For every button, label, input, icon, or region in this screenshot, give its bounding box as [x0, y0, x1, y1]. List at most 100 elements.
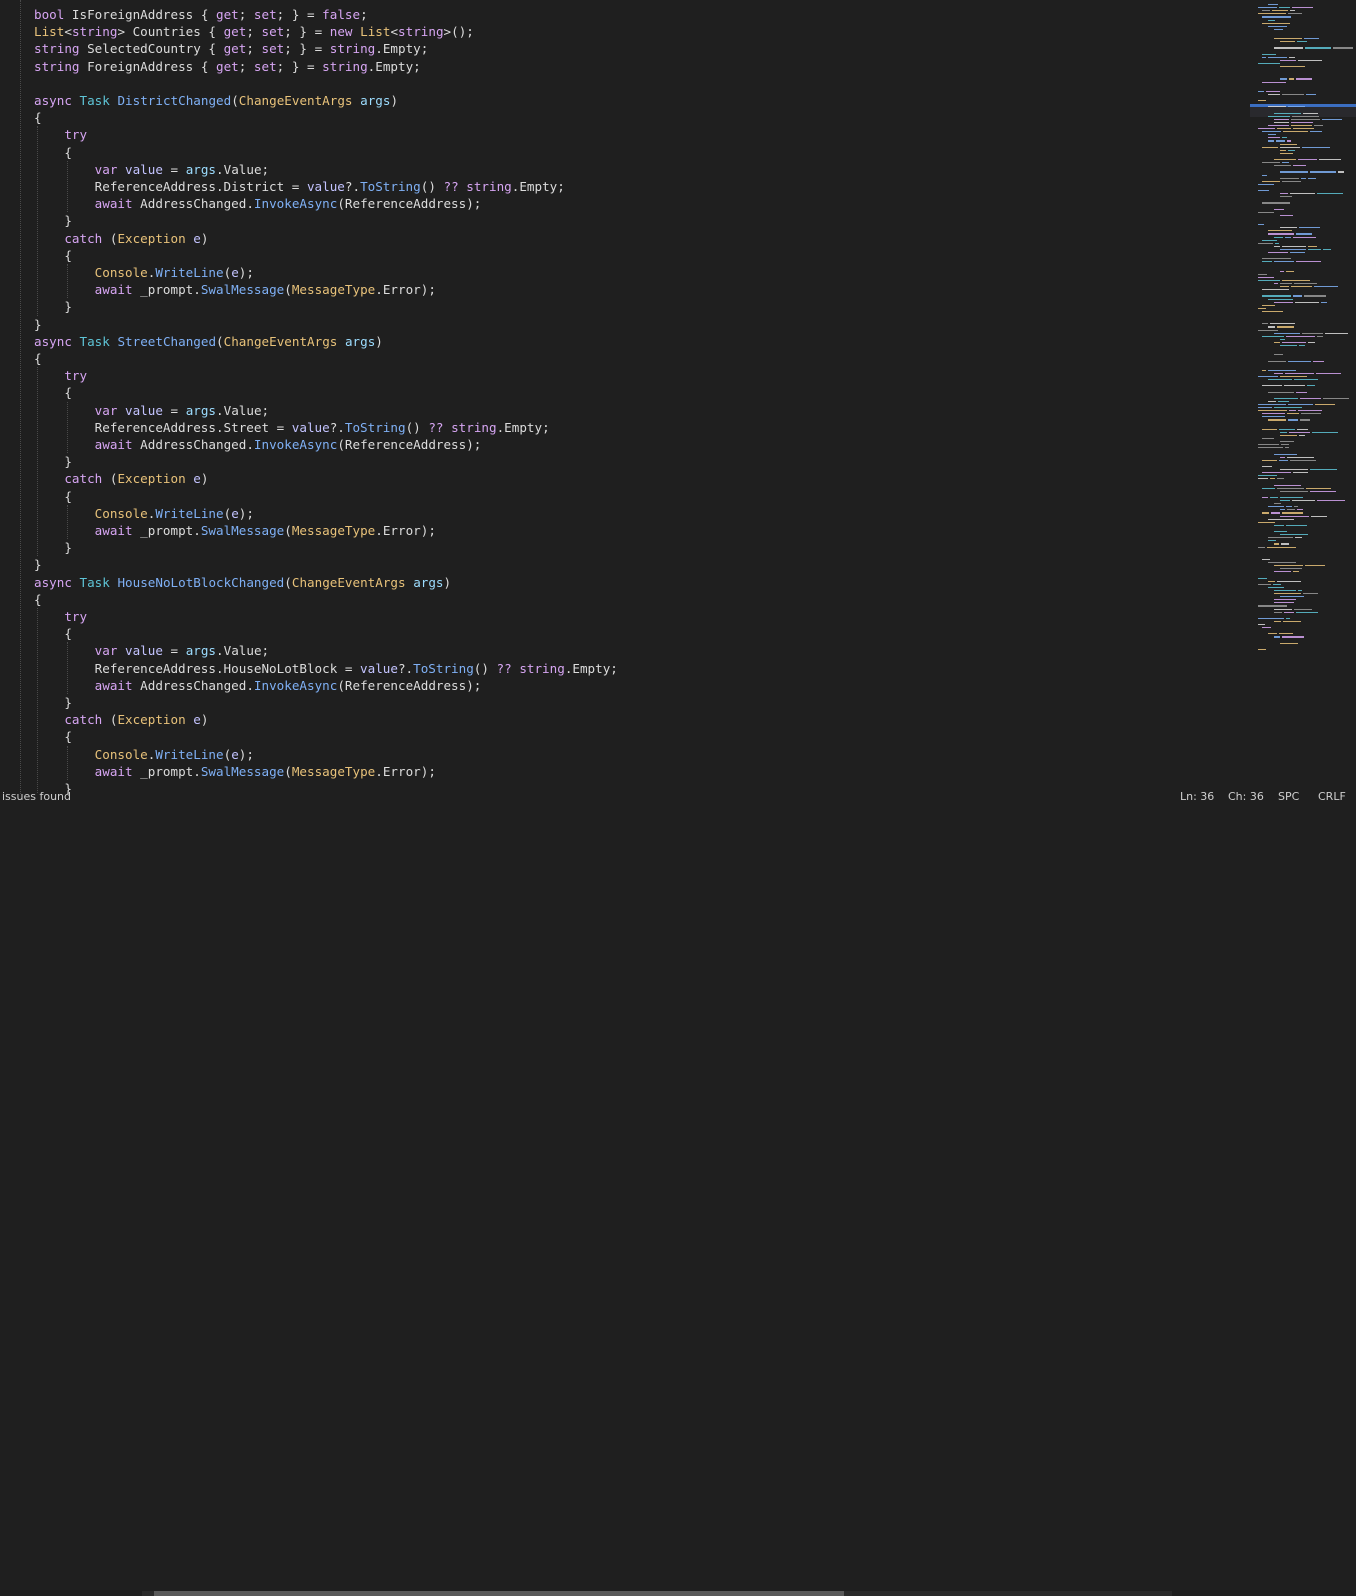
minimap-line [1296, 611, 1318, 613]
minimap-line [1262, 496, 1268, 499]
minimap-line [1274, 453, 1297, 455]
code-line[interactable]: { [34, 109, 42, 126]
code-line[interactable]: try [34, 608, 87, 625]
code-line[interactable]: await AddressChanged.InvokeAsync(Referen… [34, 677, 482, 694]
minimap-line [1274, 524, 1284, 526]
code-line[interactable]: } [34, 556, 42, 573]
code-line[interactable]: var value = args.Value; [34, 402, 269, 419]
horizontal-scrollbar[interactable] [142, 1591, 1172, 1596]
minimap-line [1287, 140, 1291, 142]
code-token: get [216, 7, 239, 22]
code-line[interactable]: { [34, 350, 42, 367]
code-line[interactable]: await _prompt.SwalMessage(MessageType.Er… [34, 281, 436, 298]
code-line[interactable]: var value = args.Value; [34, 642, 269, 659]
minimap-line [1262, 438, 1274, 440]
code-token: bool [34, 7, 65, 22]
minimap-line [1274, 245, 1280, 247]
minimap-line [1296, 391, 1307, 393]
minimap-line [1287, 456, 1314, 458]
code-line[interactable]: ReferenceAddress.HouseNoLotBlock = value… [34, 660, 618, 677]
minimap-line [1282, 636, 1304, 638]
minimap-line [1280, 496, 1303, 499]
horizontal-scrollbar-thumb[interactable] [154, 1591, 844, 1596]
code-line[interactable]: await AddressChanged.InvokeAsync(Referen… [34, 436, 482, 453]
code-line[interactable]: await _prompt.SwalMessage(MessageType.Er… [34, 522, 436, 539]
minimap-line [1300, 419, 1310, 421]
code-line[interactable]: catch (Exception e) [34, 711, 208, 728]
code-token: ) [200, 712, 209, 728]
code-token: Exception [117, 230, 186, 246]
minimap-line [1268, 137, 1280, 139]
code-line[interactable]: { [34, 488, 72, 505]
minimap-line [1268, 400, 1276, 402]
code-token: (ReferenceAddress); [337, 196, 482, 212]
minimap-line [1280, 490, 1308, 492]
minimap[interactable] [1250, 0, 1356, 796]
code-line[interactable]: ReferenceAddress.Street = value?.ToStrin… [34, 419, 550, 436]
minimap-line [1294, 506, 1298, 508]
code-line[interactable]: { [34, 384, 72, 401]
code-token: ) [200, 471, 209, 487]
minimap-line [1280, 345, 1297, 347]
minimap-line [1268, 562, 1296, 564]
code-line[interactable]: try [34, 126, 87, 143]
code-line[interactable]: var value = args.Value; [34, 161, 269, 178]
minimap-line [1274, 503, 1281, 505]
code-line[interactable]: await AddressChanged.InvokeAsync(Referen… [34, 195, 482, 212]
code-token: ) [200, 230, 209, 246]
minimap-line [1266, 90, 1280, 92]
code-line[interactable]: catch (Exception e) [34, 230, 208, 247]
code-line[interactable]: List<string> Countries { get; set; } = n… [34, 23, 474, 40]
code-token: set [261, 24, 285, 40]
minimap-line [1274, 121, 1289, 123]
code-line[interactable]: string ForeignAddress { get; set; } = st… [34, 58, 421, 75]
code-line[interactable]: { [34, 247, 72, 264]
code-line[interactable]: async Task StreetChanged(ChangeEventArgs… [34, 333, 383, 350]
code-token: get [223, 24, 247, 40]
code-line[interactable]: { [34, 625, 72, 642]
minimap-line [1262, 56, 1266, 58]
code-line[interactable]: } [34, 298, 72, 315]
minimap-line [1258, 100, 1266, 102]
code-line[interactable]: try [34, 367, 87, 384]
code-token: ( [284, 574, 292, 590]
code-line[interactable]: async Task DistrictChanged(ChangeEventAr… [34, 92, 398, 109]
code-token: Task [79, 93, 110, 108]
code-token: Exception [117, 471, 186, 487]
code-token: catch [64, 712, 103, 728]
minimap-line [1280, 469, 1308, 471]
code-line[interactable]: await _prompt.SwalMessage(MessageType.Er… [34, 763, 436, 780]
code-line[interactable]: ReferenceAddress.District = value?.ToStr… [34, 178, 565, 195]
code-line[interactable]: } [34, 539, 72, 556]
code-line[interactable]: { [34, 144, 72, 161]
code-line[interactable]: string SelectedCountry { get; set; } = s… [34, 40, 428, 57]
code-line[interactable]: } [34, 316, 42, 333]
minimap-line [1258, 407, 1272, 409]
code-line[interactable]: } [34, 453, 72, 470]
minimap-line [1292, 7, 1313, 9]
code-line[interactable]: catch (Exception e) [34, 470, 208, 487]
minimap-line [1262, 512, 1269, 514]
code-token: string [322, 58, 368, 74]
code-line[interactable]: { [34, 591, 42, 608]
minimap-line [1258, 279, 1280, 282]
code-token: ; [238, 58, 254, 74]
code-token: () [420, 179, 444, 194]
indent-guide [67, 504, 68, 540]
code-token: SwalMessage [200, 523, 285, 538]
code-token: false [322, 7, 361, 22]
code-line[interactable]: bool IsForeignAddress { get; set; } = fa… [34, 6, 368, 23]
code-line[interactable]: { [34, 728, 72, 745]
minimap-line [1289, 78, 1294, 80]
minimap-line [1298, 159, 1317, 161]
code-line[interactable]: async Task HouseNoLotBlockChanged(Change… [34, 574, 451, 591]
code-editor[interactable]: bool IsForeignAddress { get; set; } = fa… [0, 0, 1250, 796]
minimap-line [1274, 372, 1283, 375]
code-token: InvokeAsync [253, 196, 338, 212]
code-line[interactable]: } [34, 212, 72, 229]
code-line[interactable]: } [34, 694, 72, 711]
